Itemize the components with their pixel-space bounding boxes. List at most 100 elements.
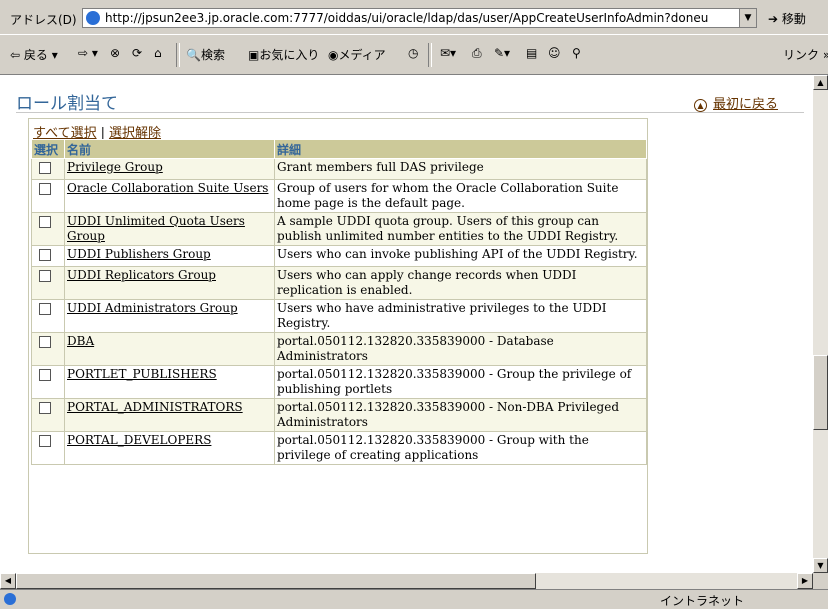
horizontal-scrollbar[interactable]: ◀ ▶ — [0, 573, 813, 589]
favorites-button[interactable]: ▣お気に入り — [248, 46, 319, 63]
role-name-link[interactable]: DBA — [67, 334, 94, 348]
role-detail: portal.050112.132820.335839000 - Group w… — [274, 431, 647, 465]
scroll-left-button[interactable]: ◀ — [0, 573, 16, 589]
table-row: UDDI Unlimited Quota Users Group A sample… — [31, 212, 647, 246]
discuss-icon[interactable]: ▤ — [526, 46, 537, 60]
links-button[interactable]: リンク » — [783, 46, 828, 63]
role-name-link[interactable]: UDDI Unlimited Quota Users Group — [67, 214, 245, 243]
media-button[interactable]: ◉メディア — [328, 46, 386, 63]
select-cell — [31, 245, 65, 267]
role-detail: Grant members full DAS privilege — [274, 158, 647, 180]
back-label: 戻る — [23, 48, 48, 62]
name-cell: UDDI Unlimited Quota Users Group — [64, 212, 275, 246]
page-content: ロール割当て ▲ 最初に戻る すべて選択 | 選択解除 選択 名前 詳細 Privil… — [0, 75, 813, 573]
back-to-top-link[interactable]: ▲ 最初に戻る — [694, 93, 778, 112]
role-table: 選択 名前 詳細 Privilege Group Grant members fu… — [31, 139, 647, 465]
select-cell — [31, 179, 65, 213]
name-column-header: 名前 — [64, 139, 275, 159]
select-cell — [31, 431, 65, 465]
select-cell — [31, 332, 65, 366]
vertical-scroll-thumb[interactable] — [813, 355, 828, 430]
refresh-icon[interactable]: ⟳ — [132, 46, 142, 60]
scroll-down-button[interactable]: ▼ — [813, 558, 828, 573]
address-dropdown-icon[interactable]: ▼ — [739, 9, 756, 27]
stop-icon[interactable]: ⊗ — [110, 46, 120, 60]
scroll-right-button[interactable]: ▶ — [797, 573, 813, 589]
role-checkbox[interactable] — [39, 303, 51, 315]
back-button[interactable]: ⇦ 戻る ▾ — [10, 46, 58, 63]
go-label: 移動 — [781, 12, 806, 26]
table-row: UDDI Administrators Group Users who have … — [31, 299, 647, 333]
name-cell: PORTLET_PUBLISHERS — [64, 365, 275, 399]
name-cell: Oracle Collaboration Suite Users — [64, 179, 275, 213]
role-detail: Users who have administrative privileges… — [274, 299, 647, 333]
role-checkbox[interactable] — [39, 270, 51, 282]
role-table-container: すべて選択 | 選択解除 選択 名前 詳細 Privilege Group Grant… — [28, 118, 648, 554]
select-column-header: 選択 — [31, 139, 65, 159]
table-row: PORTAL_ADMINISTRATORS portal.050112.13282… — [31, 398, 647, 432]
favorites-label: お気に入り — [259, 48, 320, 62]
role-checkbox[interactable] — [39, 183, 51, 195]
address-url[interactable]: http://jpsun2ee3.jp.oracle.com:7777/oidd… — [105, 11, 733, 25]
horizontal-scroll-thumb[interactable] — [16, 573, 536, 589]
table-header: 選択 名前 詳細 — [31, 139, 647, 159]
name-cell: UDDI Administrators Group — [64, 299, 275, 333]
address-label: アドレス(D) — [10, 13, 77, 27]
history-icon[interactable]: ◷ — [408, 46, 418, 60]
go-button[interactable]: ➔ 移動 — [768, 10, 806, 27]
select-cell — [31, 158, 65, 180]
print-icon[interactable]: ⎙ — [472, 46, 482, 61]
research-icon[interactable]: ⚲ — [572, 46, 581, 60]
select-cell — [31, 365, 65, 399]
role-detail: Users who can apply change records when … — [274, 266, 647, 300]
messenger-icon[interactable]: ☺ — [548, 46, 561, 60]
role-name-link[interactable]: PORTAL_ADMINISTRATORS — [67, 400, 243, 414]
edit-icon[interactable]: ✎▾ — [494, 46, 510, 60]
role-detail: A sample UDDI quota group. Users of this… — [274, 212, 647, 246]
mail-icon[interactable]: ✉▾ — [440, 46, 456, 60]
role-name-link[interactable]: UDDI Administrators Group — [67, 301, 238, 315]
table-row: PORTLET_PUBLISHERS portal.050112.132820.3… — [31, 365, 647, 399]
role-checkbox[interactable] — [39, 435, 51, 447]
role-detail: Group of users for whom the Oracle Colla… — [274, 179, 647, 213]
role-name-link[interactable]: PORTAL_DEVELOPERS — [67, 433, 211, 447]
table-row: Oracle Collaboration Suite Users Group of… — [31, 179, 647, 213]
title-divider — [16, 112, 804, 113]
role-detail: portal.050112.132820.335839000 - Group t… — [274, 365, 647, 399]
address-input[interactable]: http://jpsun2ee3.jp.oracle.com:7777/oidd… — [82, 8, 757, 28]
role-checkbox[interactable] — [39, 402, 51, 414]
scroll-up-button[interactable]: ▲ — [813, 75, 828, 90]
role-name-link[interactable]: Oracle Collaboration Suite Users — [67, 181, 268, 195]
name-cell: UDDI Replicators Group — [64, 266, 275, 300]
search-button[interactable]: 🔍検索 — [186, 46, 225, 63]
select-cell — [31, 299, 65, 333]
role-checkbox[interactable] — [39, 216, 51, 228]
select-cell — [31, 212, 65, 246]
table-row: DBA portal.050112.132820.335839000 - Data… — [31, 332, 647, 366]
role-checkbox[interactable] — [39, 369, 51, 381]
toolbar-divider — [428, 43, 432, 67]
role-checkbox[interactable] — [39, 249, 51, 261]
home-icon[interactable]: ⌂ — [154, 46, 162, 60]
up-arrow-icon: ▲ — [694, 99, 707, 112]
vertical-scrollbar[interactable]: ▲ ▼ — [813, 75, 828, 573]
links-label: リンク — [783, 48, 820, 62]
browser-toolbar: ⇦ 戻る ▾ ⇨ ▾ ⊗ ⟳ ⌂ 🔍検索 ▣お気に入り ◉メディア ◷ ✉▾ ⎙… — [0, 35, 828, 75]
name-cell: UDDI Publishers Group — [64, 245, 275, 267]
role-name-link[interactable]: UDDI Replicators Group — [67, 268, 216, 282]
role-checkbox[interactable] — [39, 336, 51, 348]
scroll-corner — [813, 573, 828, 589]
role-name-link[interactable]: PORTLET_PUBLISHERS — [67, 367, 217, 381]
select-cell — [31, 266, 65, 300]
table-row: PORTAL_DEVELOPERS portal.050112.132820.33… — [31, 431, 647, 465]
status-bar-strip: イントラネット — [0, 589, 828, 609]
role-name-link[interactable]: Privilege Group — [67, 160, 163, 174]
detail-column-header: 詳細 — [274, 139, 647, 159]
zone-label: イントラネット — [660, 594, 745, 608]
forward-button[interactable]: ⇨ ▾ — [78, 46, 98, 60]
role-name-link[interactable]: UDDI Publishers Group — [67, 247, 211, 261]
role-detail: portal.050112.132820.335839000 - Databas… — [274, 332, 647, 366]
ie-status-icon — [4, 593, 16, 605]
role-checkbox[interactable] — [39, 162, 51, 174]
media-label: メディア — [338, 48, 386, 62]
